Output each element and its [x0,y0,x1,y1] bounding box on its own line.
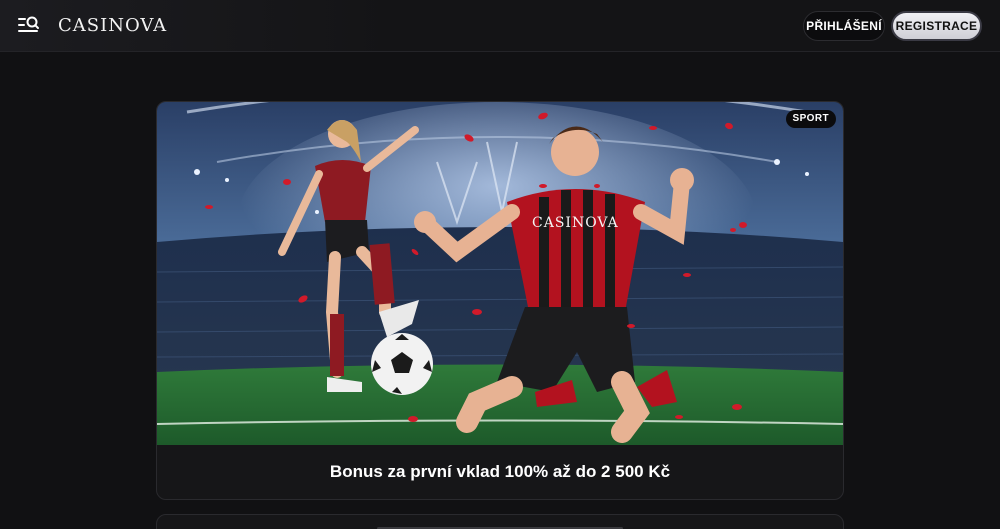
casinova-logo[interactable]: CASINOVA [58,14,167,38]
promo-title: Bonus za první vklad 100% až do 2 500 Kč [329,462,671,481]
sport-badge: SPORT [785,110,836,128]
login-button[interactable]: PŘIHLÁŠENÍ [803,11,885,41]
promo-card[interactable]: CASINOVA SPORT Bonus za první vklad 100%… [156,101,844,500]
promo-banner-image: CASINOVA SPORT [157,102,843,445]
menu-search-icon[interactable] [18,14,40,36]
top-header: CASINOVA PŘIHLÁŠENÍ REGISTRACE [0,0,1000,52]
next-promo-card[interactable] [156,514,844,529]
register-button[interactable]: REGISTRACE [891,11,982,41]
jersey-text: CASINOVA [532,215,619,231]
